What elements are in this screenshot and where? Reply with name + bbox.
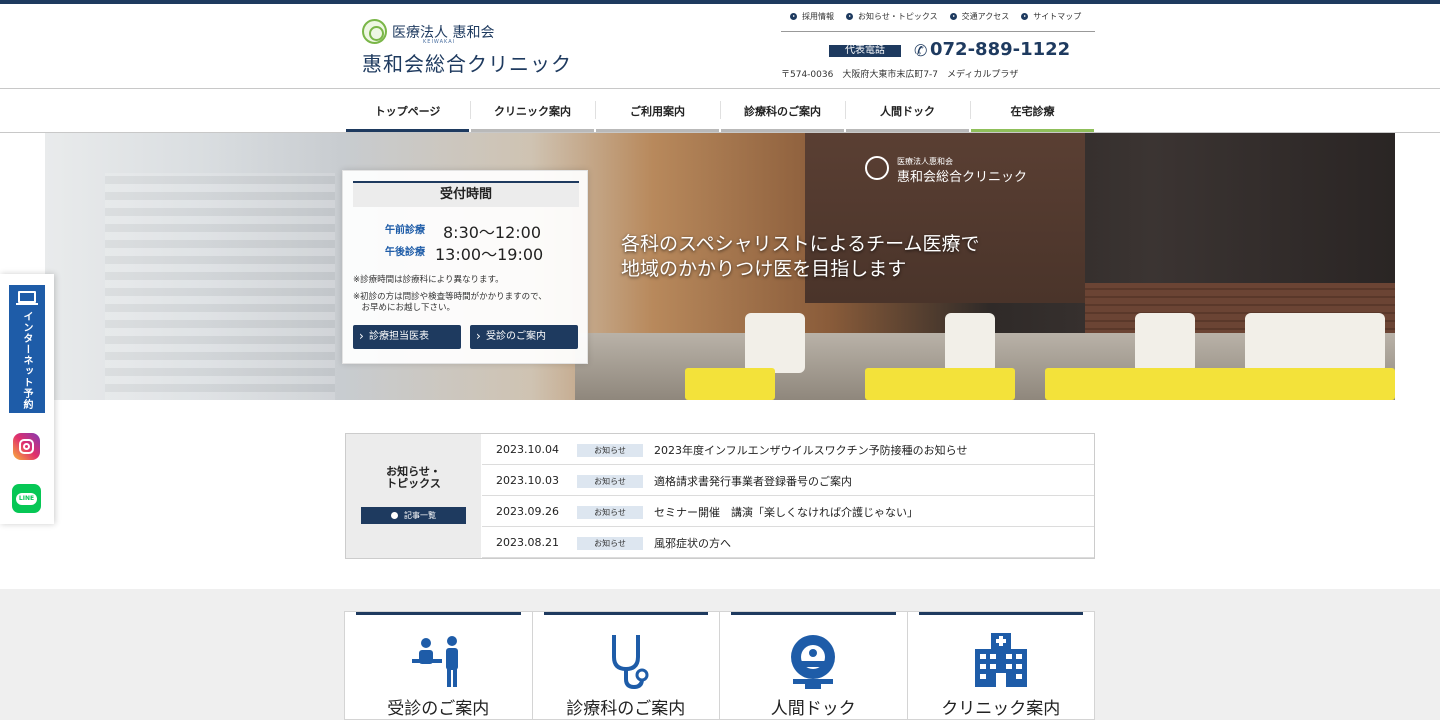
hero-seat (1135, 313, 1195, 373)
hero-banner: 医療法人惠和会 惠和会総合クリニック 各科のスペシャリストによるチーム医療で 地… (45, 133, 1395, 400)
hero-seat (745, 313, 805, 373)
hero-seat (1245, 313, 1385, 373)
news-text: セミナー開催 講演「楽しくなければ介護じゃない」 (654, 506, 918, 519)
news-date: 2023.10.03 (496, 474, 559, 487)
card-checkup[interactable]: 人間ドック (719, 612, 907, 719)
news-date: 2023.09.26 (496, 505, 559, 518)
sign-emblem-icon (865, 156, 889, 180)
phone-icon: ✆ (914, 41, 928, 60)
header-divider (781, 31, 1095, 32)
hero-catchcopy-line2: 地域のかかりつけ医を目指します (621, 258, 907, 280)
service-cards: 受診のご案内 診療科のご案内 人間ドック クリニック案内 (344, 611, 1095, 720)
news-date: 2023.10.04 (496, 443, 559, 456)
global-nav: トップページ クリニック案内 ご利用案内 診療科のご案内 人間ドック 在宅診療 (345, 89, 1095, 132)
util-link-access[interactable]: 交通アクセス (949, 11, 1009, 22)
news-title: お知らせ・ トピックス (386, 465, 441, 490)
hours-title: 受付時間 (353, 181, 579, 207)
hero-yellow-sofa (865, 368, 1015, 400)
address: 〒574-0036 大阪府大東市末広町7-7 メディカルプラザ (781, 70, 1019, 80)
card-departments[interactable]: 診療科のご案内 (531, 612, 719, 719)
arrow-circle-icon (846, 13, 853, 20)
news-item[interactable]: 2023.08.21 お知らせ 風邪症状の方へ (482, 527, 1094, 558)
arrow-circle-icon (949, 13, 957, 20)
news-item[interactable]: 2023.10.04 お知らせ 2023年度インフルエンザウイルスワクチン予防接… (482, 434, 1094, 465)
line-icon[interactable]: LINE (12, 484, 41, 513)
card-accent-bar (356, 612, 521, 615)
nav-home-care[interactable]: 在宅診療 (970, 89, 1095, 132)
hero-building-photo (105, 173, 335, 400)
afternoon-time: 13:00〜19:00 (435, 245, 544, 264)
reception-hours-card: 受付時間 午前診療 8:30〜12:00 午後診療 13:00〜19:00 ※診… (342, 170, 588, 364)
logo-emblem-icon (362, 19, 387, 44)
hero-seat (945, 313, 995, 373)
card-label: クリニック案内 (941, 699, 1061, 719)
news-header: お知らせ・ トピックス 記事一覧 (346, 434, 481, 558)
top-accent-bar (0, 0, 1440, 4)
hours-note: ※初診の方は問診や検査等時間がかかりますので、 お早めにお越し下さい。 (353, 292, 547, 313)
scanner-icon (791, 635, 836, 689)
news-list-button[interactable]: 記事一覧 (361, 507, 466, 524)
nav-usage[interactable]: ご利用案内 (595, 89, 720, 132)
hero-catchcopy-line1: 各科のスペシャリストによるチーム医療で (621, 233, 980, 255)
morning-time: 8:30〜12:00 (443, 223, 542, 242)
news-item[interactable]: 2023.09.26 お知らせ セミナー開催 講演「楽しくなければ介護じゃない」 (482, 496, 1094, 527)
news-section: お知らせ・ トピックス 記事一覧 2023.10.04 お知らせ 2023年度イ… (345, 433, 1095, 559)
util-link-recruit[interactable]: 採用情報 (790, 11, 834, 22)
computer-icon (16, 291, 38, 305)
card-label: 受診のご案内 (387, 699, 490, 719)
card-accent-bar (543, 612, 708, 615)
util-link-news[interactable]: お知らせ・トピックス (846, 11, 938, 22)
news-text: 風邪症状の方へ (654, 537, 731, 550)
arrow-circle-icon (790, 13, 797, 20)
card-label: 診療科のご案内 (566, 699, 686, 719)
util-link-sitemap[interactable]: サイトマップ (1021, 11, 1081, 22)
card-accent-bar (731, 612, 896, 615)
news-text: 適格請求書発行事業者登録番号のご案内 (654, 475, 852, 488)
hospital-icon (974, 633, 1027, 687)
hero-yellow-sofa (685, 368, 775, 400)
afternoon-label: 午後診療 (385, 247, 425, 258)
news-text: 2023年度インフルエンザウイルスワクチン予防接種のお知らせ (654, 444, 968, 457)
visit-guide-button[interactable]: 受診のご案内 (470, 324, 578, 349)
news-badge: お知らせ (577, 444, 643, 457)
instagram-icon[interactable] (13, 433, 40, 460)
stethoscope-icon (611, 635, 649, 690)
internet-reservation-button[interactable]: インターネット予約 (9, 285, 45, 413)
doctor-schedule-button[interactable]: 診療担当医表 (353, 324, 461, 349)
hero-sign-name: 惠和会総合クリニック (897, 170, 1028, 185)
phone-label: 代表電話 (829, 45, 901, 57)
phone-number[interactable]: 072-889-1122 (930, 39, 1070, 60)
reception-icon (412, 636, 459, 687)
card-visit-guide[interactable]: 受診のご案内 (345, 612, 532, 719)
nav-departments[interactable]: 診療科のご案内 (720, 89, 845, 132)
card-clinic-info[interactable]: クリニック案内 (906, 612, 1094, 719)
side-floating-bar: インターネット予約 LINE (0, 274, 54, 524)
line-label: LINE (16, 493, 37, 505)
clinic-name: 惠和会総合クリニック (362, 52, 572, 76)
news-item[interactable]: 2023.10.03 お知らせ 適格請求書発行事業者登録番号のご案内 (482, 465, 1094, 496)
card-label: 人間ドック (770, 699, 856, 719)
news-badge: お知らせ (577, 506, 643, 519)
news-badge: お知らせ (577, 537, 643, 550)
utility-nav: 採用情報 お知らせ・トピックス 交通アクセス サイトマップ (790, 11, 1081, 22)
nav-top[interactable]: トップページ (345, 89, 470, 132)
reservation-label: インターネット予約 (21, 311, 32, 410)
card-accent-bar (918, 612, 1083, 615)
news-date: 2023.08.21 (496, 536, 559, 549)
arrow-circle-icon (1021, 13, 1029, 20)
news-badge: お知らせ (577, 475, 643, 488)
hero-yellow-sofa (1045, 368, 1395, 400)
nav-clinic[interactable]: クリニック案内 (470, 89, 595, 132)
hours-note: ※診療時間は診療科により異なります。 (353, 275, 504, 285)
morning-label: 午前診療 (385, 225, 425, 236)
nav-checkup[interactable]: 人間ドック (845, 89, 970, 132)
corp-roman: KEIWAKAI (423, 39, 456, 45)
